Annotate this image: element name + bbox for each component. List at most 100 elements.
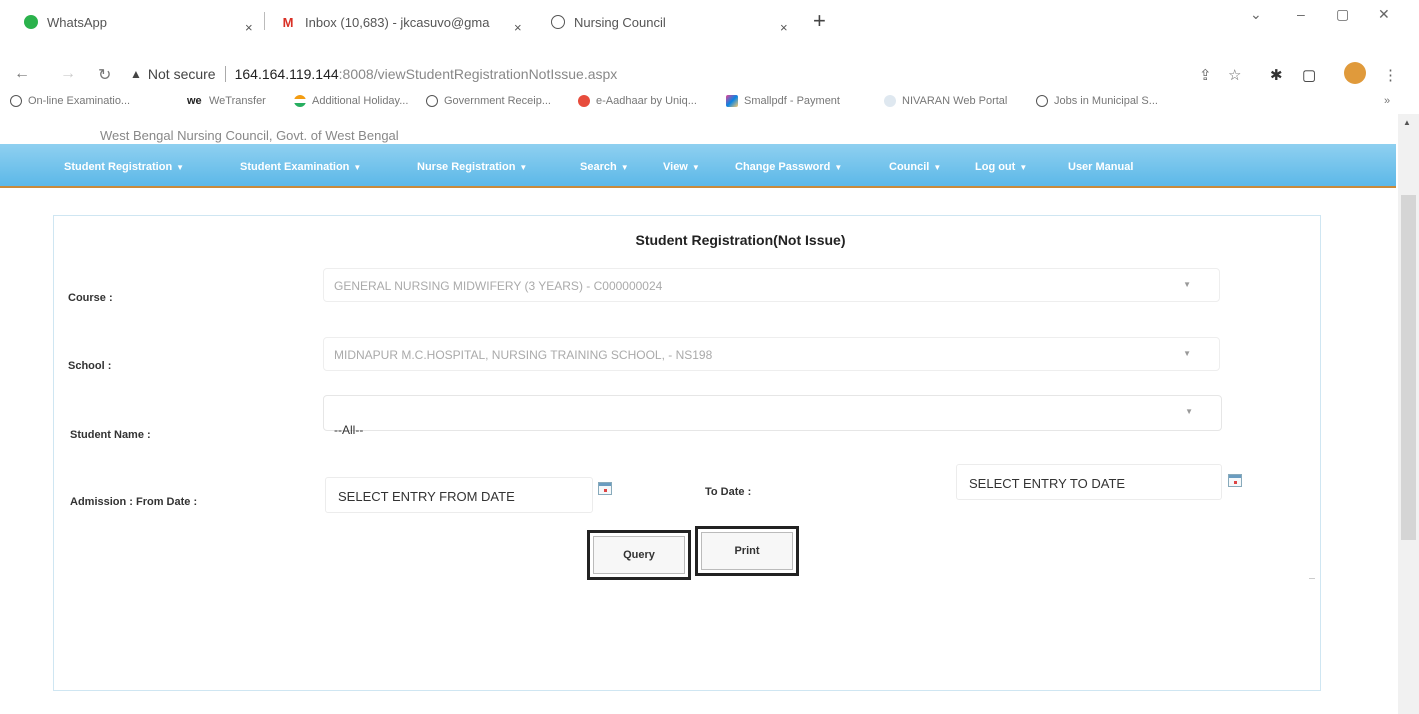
address-bar[interactable]: ▲ Not secure 164.164.119.144 :8008/viewS… [130,66,617,82]
from-date-placeholder: SELECT ENTRY FROM DATE [338,489,515,504]
tab-title: WhatsApp [47,14,107,30]
close-tab-icon[interactable]: × [245,13,253,41]
minimize-icon[interactable]: – [1297,6,1305,22]
chevron-down-icon: ▼ [1185,407,1193,416]
forward-icon: → [60,65,76,82]
main-menu-bar: Student Registration ▼ Student Examinatio… [0,144,1396,188]
menu-label: View [663,161,688,173]
restore-icon[interactable]: ▢ [1336,6,1349,23]
menu-label: User Manual [1068,161,1134,173]
student-name-select[interactable]: --All-- ▼ [323,395,1222,437]
tab-search-icon[interactable]: ⌄ [1250,6,1262,23]
student-name-value: --All-- [334,423,364,437]
menu-student-registration[interactable]: Student Registration ▼ [64,161,184,173]
profile-avatar[interactable] [1344,62,1366,84]
side-panel-icon[interactable]: ▢ [1302,66,1316,84]
menu-label: Nurse Registration [417,161,516,173]
menu-icon[interactable]: ⋮ [1383,66,1398,84]
caret-down-icon: ▼ [353,163,362,172]
menu-label: Change Password [735,161,831,173]
tab-strip [0,0,1419,40]
tab-whatsapp[interactable]: WhatsApp [24,8,107,36]
school-value: MIDNAPUR M.C.HOSPITAL, NURSING TRAINING … [334,348,713,362]
print-button[interactable]: Print [695,526,799,576]
caret-down-icon: ▼ [519,163,528,172]
bookmark-jobs[interactable]: Jobs in Municipal S... [1036,95,1158,107]
tab-divider [264,12,265,30]
to-date-input[interactable]: SELECT ENTRY TO DATE [956,464,1222,500]
menu-student-examination[interactable]: Student Examination ▼ [240,161,361,173]
bookmark-government-receipt[interactable]: Government Receip... [426,95,551,107]
school-select: MIDNAPUR M.C.HOSPITAL, NURSING TRAINING … [323,337,1220,371]
bookmark-nivaran[interactable]: NIVARAN Web Portal [884,95,1007,107]
menu-user-manual[interactable]: User Manual [1068,161,1133,173]
menu-log-out[interactable]: Log out ▼ [975,161,1027,173]
reload-icon[interactable]: ↻ [98,65,111,85]
bookmark-label: Jobs in Municipal S... [1054,95,1158,107]
wetransfer-icon: we [187,95,202,107]
menu-change-password[interactable]: Change Password ▼ [735,161,842,173]
caret-down-icon: ▼ [691,163,700,172]
caret-down-icon: ▼ [176,163,185,172]
globe-icon [1036,95,1048,107]
caret-down-icon: ▼ [1019,163,1028,172]
menu-label: Council [889,161,930,173]
chevron-down-icon: ▼ [1183,349,1191,358]
scroll-up-icon[interactable]: ▲ [1403,118,1411,127]
caret-down-icon: ▼ [933,163,942,172]
calendar-icon[interactable] [1228,474,1242,487]
extensions-icon[interactable]: ✱ [1270,66,1283,84]
menu-label: Student Registration [64,161,173,173]
course-value: GENERAL NURSING MIDWIFERY (3 YEARS) - C0… [334,279,663,293]
aadhaar-icon [578,95,590,107]
bookmark-label: WeTransfer [209,95,266,107]
course-select: GENERAL NURSING MIDWIFERY (3 YEARS) - C0… [323,268,1220,302]
new-tab-button[interactable]: + [813,8,826,34]
bookmark-aadhaar[interactable]: e-Aadhaar by Uniq... [578,95,697,107]
scrollbar-thumb[interactable] [1401,195,1416,540]
nivaran-icon [884,95,896,107]
address-divider [224,66,226,82]
close-tab-icon[interactable]: × [514,13,522,41]
menu-label: Search [580,161,617,173]
warning-icon: ▲ [130,67,142,81]
bookmark-label: Additional Holiday... [312,95,409,107]
whatsapp-icon [24,15,38,29]
url-path: :8008/viewStudentRegistrationNotIssue.as… [338,66,618,82]
bookmark-label: Government Receip... [444,95,551,107]
bookmark-wetransfer[interactable]: we WeTransfer [187,95,266,107]
bookmark-label: Smallpdf - Payment [744,95,840,107]
url-host: 164.164.119.144 [234,66,339,82]
globe-icon [551,15,565,29]
menu-council[interactable]: Council ▼ [889,161,941,173]
gmail-icon: M [280,14,296,30]
chevron-down-icon: ▼ [1183,280,1191,289]
student-name-label: Student Name : [70,429,151,441]
tab-nursing-council[interactable]: Nursing Council [551,8,666,36]
tab-gmail[interactable]: M Inbox (10,683) - jkcasuvo@gma [280,8,489,36]
menu-label: Log out [975,161,1016,173]
bookmarks-overflow-icon[interactable]: » [1384,95,1390,107]
close-window-icon[interactable]: ✕ [1378,6,1390,23]
caret-down-icon: ▼ [834,163,843,172]
from-date-input[interactable]: SELECT ENTRY FROM DATE [325,477,593,513]
bookmark-label: e-Aadhaar by Uniq... [596,95,697,107]
calendar-icon[interactable] [598,482,612,495]
menu-view[interactable]: View ▼ [663,161,700,173]
bookmark-smallpdf[interactable]: Smallpdf - Payment [726,95,840,107]
menu-search[interactable]: Search ▼ [580,161,629,173]
menu-nurse-registration[interactable]: Nurse Registration ▼ [417,161,527,173]
bookmark-online-exam[interactable]: On-line Examinatio... [10,95,130,107]
globe-icon [426,95,438,107]
to-date-label: To Date : [705,486,752,498]
back-icon[interactable]: ← [14,65,30,83]
close-tab-icon[interactable]: × [780,13,788,41]
site-header-text: West Bengal Nursing Council, Govt. of We… [100,128,399,143]
smallpdf-icon [726,95,738,107]
star-icon[interactable]: ☆ [1228,66,1241,84]
bookmark-holiday[interactable]: Additional Holiday... [294,95,408,107]
query-button[interactable]: Query [587,530,691,580]
print-button-label: Print [701,532,793,570]
share-icon[interactable]: ⇪ [1199,66,1212,84]
admission-from-date-label: Admission : From Date : [70,496,198,508]
